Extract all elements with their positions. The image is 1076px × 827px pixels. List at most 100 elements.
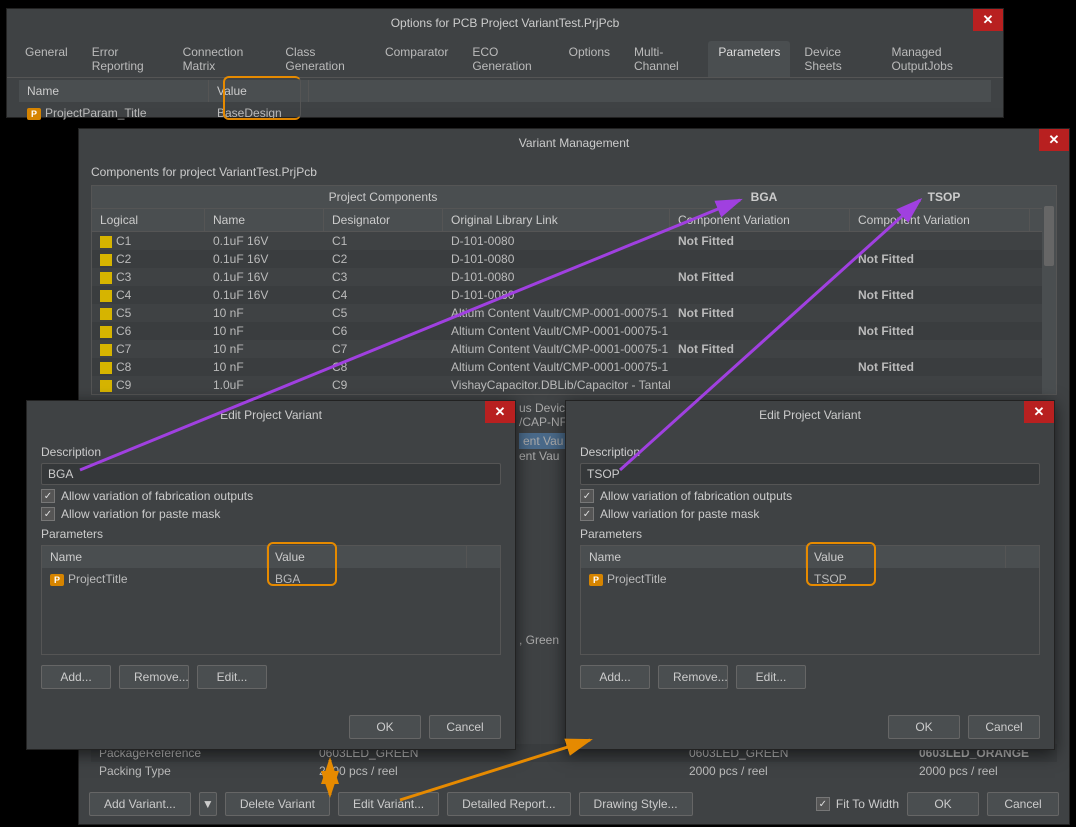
tab-options[interactable]: Options: [559, 41, 620, 77]
vm-col-lib[interactable]: Original Library Link: [443, 209, 670, 231]
scrollbar[interactable]: [1042, 186, 1056, 394]
evl-col-value[interactable]: Value: [267, 546, 467, 568]
evl-param-row[interactable]: PProjectTitle BGA: [42, 568, 500, 590]
edit-variant-button[interactable]: Edit Variant...: [338, 792, 439, 816]
evr-allow-fab[interactable]: ✓Allow variation of fabrication outputs: [580, 489, 1040, 503]
add-variant-button[interactable]: Add Variant...: [89, 792, 191, 816]
table-row[interactable]: C810 nFC8Altium Content Vault/CMP-0001-0…: [92, 358, 1056, 376]
options-tabs: General Error Reporting Connection Matri…: [7, 37, 1003, 78]
vm-col-var2[interactable]: Component Variation: [850, 209, 1030, 231]
options-title: Options for PCB Project VariantTest.PrjP…: [391, 16, 620, 30]
evr-param-row[interactable]: PProjectTitle TSOP: [581, 568, 1039, 590]
evr-col-value[interactable]: Value: [806, 546, 1006, 568]
options-param-row[interactable]: P ProjectParam_Title BaseDesign: [19, 102, 991, 124]
evr-add-button[interactable]: Add...: [580, 665, 650, 689]
evl-desc-input[interactable]: [41, 463, 501, 485]
drawing-style-button[interactable]: Drawing Style...: [579, 792, 693, 816]
param-icon: P: [27, 108, 41, 120]
table-row[interactable]: C710 nFC7Altium Content Vault/CMP-0001-0…: [92, 340, 1056, 358]
add-variant-dropdown[interactable]: ▼: [199, 792, 217, 816]
component-icon: [100, 290, 112, 302]
param-icon: P: [50, 574, 64, 586]
fit-to-width-checkbox[interactable]: ✓Fit To Width: [816, 797, 899, 811]
evl-cancel-button[interactable]: Cancel: [429, 715, 501, 739]
component-icon: [100, 380, 112, 392]
vm-cancel-button[interactable]: Cancel: [987, 792, 1059, 816]
evr-cancel-button[interactable]: Cancel: [968, 715, 1040, 739]
close-icon[interactable]: ✕: [485, 401, 515, 423]
footer-row-packing: Packing Type 2000 pcs / reel 2000 pcs / …: [91, 762, 1057, 780]
evr-params-label: Parameters: [580, 527, 1040, 541]
vm-subtitle: Components for project VariantTest.PrjPc…: [91, 165, 1057, 179]
evr-edit-button[interactable]: Edit...: [736, 665, 806, 689]
evr-title: Edit Project Variant: [759, 408, 861, 422]
close-icon[interactable]: ✕: [1024, 401, 1054, 423]
evl-title: Edit Project Variant: [220, 408, 322, 422]
options-param-name: ProjectParam_Title: [45, 106, 147, 120]
table-row[interactable]: C10.1uF 16VC1D-101-0080Not Fitted: [92, 232, 1056, 250]
tab-comparator[interactable]: Comparator: [375, 41, 458, 77]
options-titlebar: Options for PCB Project VariantTest.PrjP…: [7, 9, 1003, 37]
edit-variant-left-window: Edit Project Variant ✕ Description ✓Allo…: [26, 400, 516, 750]
detailed-report-button[interactable]: Detailed Report...: [447, 792, 570, 816]
tab-connection-matrix[interactable]: Connection Matrix: [173, 41, 272, 77]
param-icon: P: [589, 574, 603, 586]
component-icon: [100, 344, 112, 356]
component-icon: [100, 272, 112, 284]
component-icon: [100, 254, 112, 266]
delete-variant-button[interactable]: Delete Variant: [225, 792, 330, 816]
evr-ok-button[interactable]: OK: [888, 715, 960, 739]
tab-managed-outputjobs[interactable]: Managed OutputJobs: [881, 41, 995, 77]
vm-col-logical[interactable]: Logical: [92, 209, 205, 231]
table-row[interactable]: C40.1uF 16VC4D-101-0080Not Fitted: [92, 286, 1056, 304]
vm-ok-button[interactable]: OK: [907, 792, 979, 816]
tab-general[interactable]: General: [15, 41, 78, 77]
evl-add-button[interactable]: Add...: [41, 665, 111, 689]
evr-desc-label: Description: [580, 445, 1040, 459]
evl-desc-label: Description: [41, 445, 501, 459]
vm-col-designator[interactable]: Designator: [324, 209, 443, 231]
scrollbar-thumb[interactable]: [1044, 206, 1054, 266]
component-icon: [100, 236, 112, 248]
tab-error-reporting[interactable]: Error Reporting: [82, 41, 169, 77]
options-col-value[interactable]: Value: [209, 80, 309, 102]
vm-col-var1[interactable]: Component Variation: [670, 209, 850, 231]
evl-ok-button[interactable]: OK: [349, 715, 421, 739]
tab-multi-channel[interactable]: Multi-Channel: [624, 41, 704, 77]
table-row[interactable]: C91.0uFC9VishayCapacitor.DBLib/Capacitor…: [92, 376, 1056, 394]
vm-header-bga[interactable]: BGA: [674, 186, 854, 208]
tab-device-sheets[interactable]: Device Sheets: [794, 41, 877, 77]
options-param-value: BaseDesign: [209, 104, 309, 122]
options-window: Options for PCB Project VariantTest.PrjP…: [6, 8, 1004, 118]
component-icon: [100, 308, 112, 320]
tab-eco-generation[interactable]: ECO Generation: [462, 41, 554, 77]
table-row[interactable]: C20.1uF 16VC2D-101-0080Not Fitted: [92, 250, 1056, 268]
close-icon[interactable]: ✕: [1039, 129, 1069, 151]
component-icon: [100, 362, 112, 374]
table-row[interactable]: C510 nFC5Altium Content Vault/CMP-0001-0…: [92, 304, 1056, 322]
evl-edit-button[interactable]: Edit...: [197, 665, 267, 689]
evl-col-name[interactable]: Name: [42, 546, 267, 568]
table-row[interactable]: C30.1uF 16VC3D-101-0080Not Fitted: [92, 268, 1056, 286]
evl-allow-paste[interactable]: ✓Allow variation for paste mask: [41, 507, 501, 521]
evr-desc-input[interactable]: [580, 463, 1040, 485]
evr-allow-paste[interactable]: ✓Allow variation for paste mask: [580, 507, 1040, 521]
vm-col-name[interactable]: Name: [205, 209, 324, 231]
vm-header-project-components: Project Components: [92, 186, 674, 208]
close-icon[interactable]: ✕: [973, 9, 1003, 31]
evl-titlebar: Edit Project Variant ✕: [27, 401, 515, 429]
evl-allow-fab[interactable]: ✓Allow variation of fabrication outputs: [41, 489, 501, 503]
vm-title: Variant Management: [519, 136, 630, 150]
evr-col-name[interactable]: Name: [581, 546, 806, 568]
evr-remove-button[interactable]: Remove...: [658, 665, 728, 689]
tab-parameters[interactable]: Parameters: [708, 41, 790, 77]
tab-class-generation[interactable]: Class Generation: [275, 41, 371, 77]
evl-params-label: Parameters: [41, 527, 501, 541]
options-col-name[interactable]: Name: [19, 80, 209, 102]
vm-titlebar: Variant Management ✕: [79, 129, 1069, 157]
vm-header-tsop[interactable]: TSOP: [854, 186, 1034, 208]
edit-variant-right-window: Edit Project Variant ✕ Description ✓Allo…: [565, 400, 1055, 750]
table-row[interactable]: C610 nFC6Altium Content Vault/CMP-0001-0…: [92, 322, 1056, 340]
evl-remove-button[interactable]: Remove...: [119, 665, 189, 689]
evr-titlebar: Edit Project Variant ✕: [566, 401, 1054, 429]
